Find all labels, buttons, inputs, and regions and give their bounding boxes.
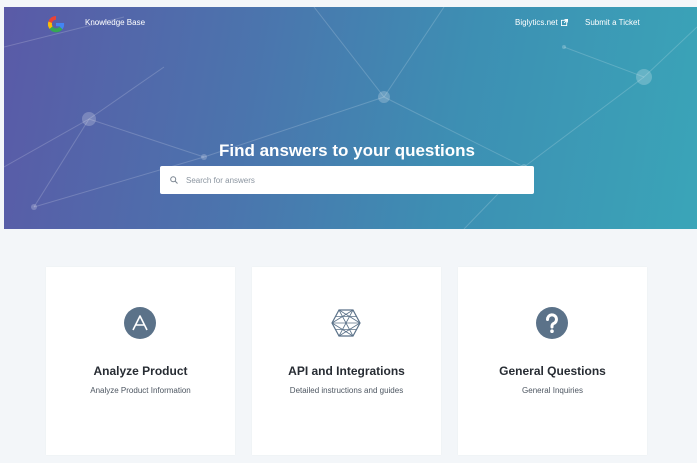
top-navigation-bar: Knowledge Base Biglytics.net Submit a Ti… bbox=[4, 7, 697, 39]
category-description: General Inquiries bbox=[522, 386, 583, 395]
category-title: Analyze Product bbox=[93, 364, 188, 378]
question-circle-icon bbox=[536, 307, 568, 339]
nav-link-biglytics[interactable]: Biglytics.net bbox=[515, 18, 568, 27]
category-description: Analyze Product Information bbox=[90, 386, 191, 395]
knowledge-base-page: Knowledge Base Biglytics.net Submit a Ti… bbox=[0, 0, 697, 463]
category-card-general-questions[interactable]: General Questions General Inquiries bbox=[458, 267, 647, 455]
brand-title[interactable]: Knowledge Base bbox=[85, 18, 145, 27]
hero-title: Find answers to your questions bbox=[219, 141, 475, 160]
network-background-graphic bbox=[4, 7, 697, 229]
category-title: API and Integrations bbox=[288, 364, 405, 378]
category-card-analyze-product[interactable]: Analyze Product Analyze Product Informat… bbox=[46, 267, 235, 455]
google-logo-icon[interactable] bbox=[45, 13, 67, 35]
category-description: Detailed instructions and guides bbox=[289, 386, 404, 395]
hero-banner: Knowledge Base Biglytics.net Submit a Ti… bbox=[4, 7, 697, 229]
hexagon-mesh-icon bbox=[331, 309, 361, 337]
nav-link-biglytics-label: Biglytics.net bbox=[515, 18, 558, 27]
search-input[interactable] bbox=[182, 166, 526, 194]
search-bar[interactable] bbox=[160, 166, 534, 194]
external-link-icon bbox=[560, 19, 568, 26]
search-icon bbox=[170, 176, 178, 184]
nav-link-submit-ticket[interactable]: Submit a Ticket bbox=[585, 18, 640, 27]
letter-a-circle-icon bbox=[124, 307, 156, 339]
category-card-api-integrations[interactable]: API and Integrations Detailed instructio… bbox=[252, 267, 441, 455]
category-title: General Questions bbox=[499, 364, 606, 378]
